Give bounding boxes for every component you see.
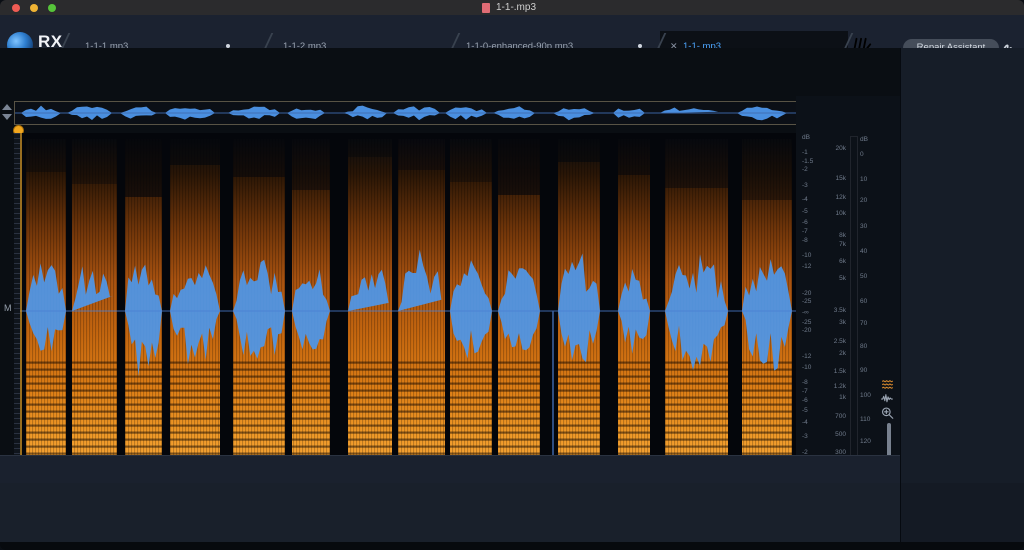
axis-label: 90 — [860, 367, 868, 374]
minimize-window-button[interactable] — [30, 3, 38, 12]
axis-label: 2.5k — [833, 338, 846, 345]
axis-label: 10k — [835, 210, 846, 217]
axis-label: 50 — [860, 273, 868, 280]
axis-label: -25 — [802, 319, 812, 326]
axis-label: -6 — [802, 397, 808, 404]
collapse-down-icon[interactable] — [2, 114, 12, 120]
axis-label: -4 — [802, 196, 808, 203]
window-title: 1-1-.mp3 — [496, 2, 537, 13]
axis-label: dB — [802, 134, 810, 141]
axis-label: 120 — [860, 438, 871, 445]
axis-label: -20 — [802, 327, 812, 334]
axis-label: -7 — [802, 388, 808, 395]
zoom-window-button[interactable] — [48, 3, 56, 12]
axis-label: 100 — [860, 392, 871, 399]
axis-label: 20k — [835, 145, 846, 152]
document-icon — [482, 3, 490, 13]
axis-label: 3.5k — [833, 307, 846, 314]
axis-label: 30 — [860, 223, 868, 230]
close-window-button[interactable] — [12, 3, 20, 12]
axis-label: -5 — [802, 407, 808, 414]
axis-label: 1.5k — [833, 368, 846, 375]
axis-label: -1 — [802, 149, 808, 156]
axis-label: dB — [860, 136, 868, 143]
axis-label: -6 — [802, 219, 808, 226]
axis-label: 0 — [860, 151, 864, 158]
axis-label: -∞ — [802, 309, 809, 316]
collapse-up-icon[interactable] — [2, 104, 12, 110]
axis-label: -10 — [802, 364, 812, 371]
axis-label: 1.2k — [833, 383, 846, 390]
axis-label: -12 — [802, 353, 812, 360]
axis-label: -3 — [802, 182, 808, 189]
axis-label: -1.5 — [802, 158, 814, 165]
axis-label: -25 — [802, 298, 812, 305]
axis-label: -8 — [802, 237, 808, 244]
vertical-zoom-in-icon[interactable] — [880, 406, 895, 420]
channel-label: M — [4, 303, 12, 313]
axis-label: -3 — [802, 433, 808, 440]
editor-area: M 0.00.51.01.52.02.53.03.54.04.55.05.56.… — [0, 48, 900, 504]
toolbar: Instant process Attenuate — [0, 455, 900, 485]
axis-label: 20 — [860, 197, 868, 204]
waveform-overview[interactable] — [14, 101, 801, 125]
axis-label: 500 — [835, 431, 846, 438]
axis-label: 12k — [835, 194, 846, 201]
app-header: RX ADVANCED 1-1-1.mp31-1-2.mp31-1-0-enha… — [0, 15, 1024, 62]
axis-label: 40 — [860, 248, 868, 255]
axis-label: 3k — [839, 319, 846, 326]
axis-label: -20 — [802, 290, 812, 297]
axis-label: -12 — [802, 263, 812, 270]
spectrogram-canvas[interactable] — [20, 133, 801, 493]
axis-label: 8k — [839, 232, 846, 239]
axis-label: 15k — [835, 175, 846, 182]
axis-label: 10 — [860, 176, 868, 183]
axis-label: -5 — [802, 208, 808, 215]
axis-label: 80 — [860, 343, 868, 350]
axis-label: 70 — [860, 320, 868, 327]
waveform-mini-icon[interactable] — [880, 392, 895, 405]
module-sidebar: All Azimuth Dither EQ EQ Match Fade Gain… — [900, 48, 1024, 483]
macos-titlebar: 1-1-.mp3 — [0, 0, 1024, 16]
axis-label: -10 — [802, 252, 812, 259]
axis-label: 700 — [835, 413, 846, 420]
axis-label: -7 — [802, 228, 808, 235]
axis-label: 2k — [839, 350, 846, 357]
spectrogram-mini-icon[interactable] — [880, 378, 895, 391]
axis-label: 5k — [839, 275, 846, 282]
axis-label: -2 — [802, 166, 808, 173]
axis-label: -8 — [802, 379, 808, 386]
right-scales: dB -1 -1.5 -2 -3 -4 -5 -6 -7 -8 -10 -12 -20 -25 -∞ -25-… — [796, 96, 900, 503]
history-panel: History Paste (Insert)Paste (Insert)Past… — [900, 483, 1024, 542]
window-bottom-edge — [0, 542, 1024, 550]
axis-label: 6k — [839, 258, 846, 265]
axis-label: 110 — [860, 416, 871, 423]
axis-label: 7k — [839, 241, 846, 248]
axis-label: 60 — [860, 298, 868, 305]
axis-label: 1k — [839, 394, 846, 401]
status-bar: h:m:s.ms 00:00:00.000 Paste succeeded (0… — [0, 483, 1024, 542]
spectrogram-colorbar — [850, 136, 858, 495]
axis-label: -4 — [802, 419, 808, 426]
rx-app-window: 1-1-.mp3 RX ADVANCED 1-1-1.mp31-1-2.mp31… — [0, 0, 1024, 550]
